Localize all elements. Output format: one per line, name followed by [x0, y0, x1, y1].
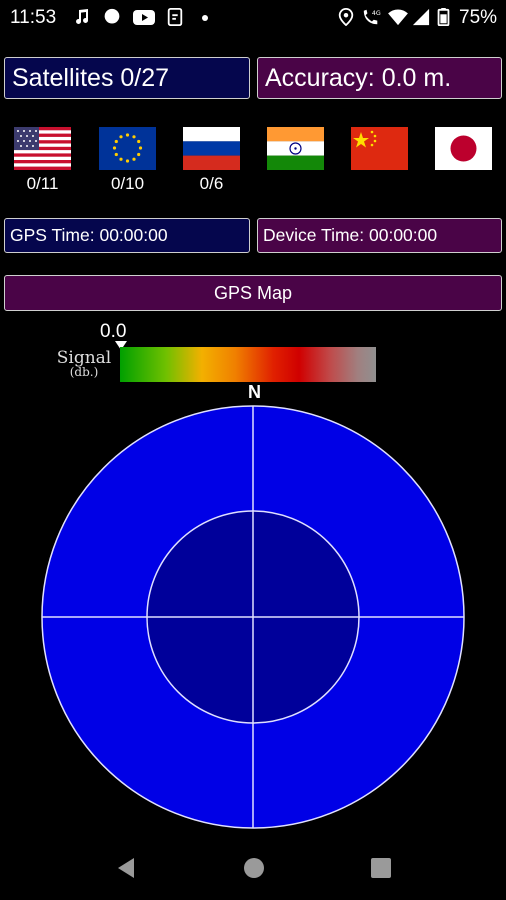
usa-flag-icon[interactable] [14, 127, 71, 170]
circle-icon [104, 8, 120, 24]
dot-icon [202, 15, 208, 21]
satellites-count: Satellites 0/27 [12, 63, 170, 92]
eu-satellite-count: 0/10 [110, 174, 145, 193]
wifi-call-icon: 4G [363, 9, 381, 25]
music-note-icon [76, 9, 89, 24]
youtube-icon [133, 10, 155, 25]
gps-map-label: GPS Map [213, 282, 293, 303]
accuracy-value: Accuracy: 0.0 m. [265, 63, 452, 92]
wifi-icon [388, 9, 408, 26]
usa-satellite-count: 0/11 [26, 174, 59, 193]
north-label: N [248, 382, 261, 402]
china-flag-icon[interactable] [351, 127, 408, 170]
russia-flag-icon[interactable] [183, 127, 240, 170]
signal-label-block: Signal (db.) [48, 348, 120, 380]
battery-percent: 75% [459, 7, 498, 28]
signal-value: 0.0 [100, 321, 127, 342]
device-time-box: Device Time: 00:00:00 [257, 218, 502, 253]
gps-time: GPS Time: 00:00:00 [10, 225, 168, 245]
sky-plot[interactable] [41, 405, 465, 829]
signal-label: Signal [56, 348, 112, 368]
status-bar: 11:53 4G 75% [0, 0, 506, 36]
recents-icon[interactable] [369, 856, 393, 880]
back-icon[interactable] [114, 856, 138, 880]
device-time: Device Time: 00:00:00 [263, 225, 438, 245]
location-icon [338, 8, 354, 26]
gps-map-button[interactable]: GPS Map [4, 275, 502, 311]
signal-icon [412, 8, 430, 26]
battery-icon [437, 8, 450, 26]
russia-satellite-count: 0/6 [199, 174, 224, 193]
svg-text:4G: 4G [372, 10, 381, 17]
status-time: 11:53 [10, 7, 57, 28]
accuracy-box: Accuracy: 0.0 m. [257, 57, 502, 99]
japan-flag-icon[interactable] [435, 127, 492, 170]
india-flag-icon[interactable] [267, 127, 324, 170]
gps-time-box: GPS Time: 00:00:00 [4, 218, 250, 253]
home-icon[interactable] [242, 856, 266, 880]
signal-gradient-bar [120, 347, 376, 382]
satellites-count-box: Satellites 0/27 [4, 57, 250, 99]
phone-clipboard-icon [167, 8, 183, 26]
eu-flag-icon[interactable] [99, 127, 156, 170]
navigation-bar [0, 836, 506, 900]
